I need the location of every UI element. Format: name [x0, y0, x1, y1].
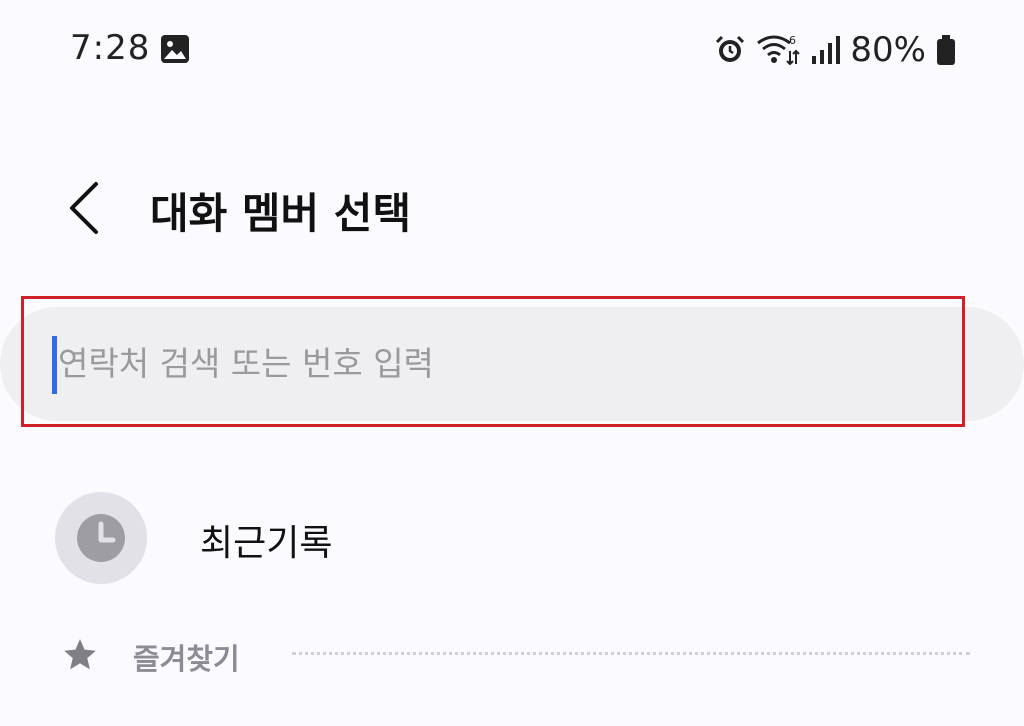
recent-history-item[interactable]: 최근기록 [0, 488, 1024, 598]
star-icon [64, 639, 96, 670]
back-button[interactable] [58, 178, 108, 238]
text-caret [52, 336, 57, 394]
status-icons: 6 80% [714, 28, 956, 72]
battery-percent: 80% [850, 30, 926, 70]
contact-search-input[interactable] [52, 330, 942, 396]
section-divider [292, 652, 970, 655]
signal-icon [812, 36, 841, 64]
battery-icon [937, 35, 955, 65]
app-header: 대화 멤버 선택 [0, 160, 1024, 260]
favorites-section: 즐겨찾기 [0, 628, 1024, 688]
favorites-header: 즐겨찾기 [133, 642, 240, 676]
gallery-icon [161, 35, 189, 63]
svg-text:6: 6 [789, 34, 796, 47]
recent-avatar [55, 492, 147, 584]
clock-icon [77, 514, 125, 562]
status-bar: 7:28 6 80% [0, 0, 1024, 100]
recent-history-label: 최근기록 [200, 523, 333, 564]
wifi-6-icon: 6 [757, 34, 801, 66]
page-title: 대화 멤버 선택 [150, 189, 412, 238]
chevron-left-icon [70, 182, 98, 234]
alarm-icon [716, 35, 745, 62]
status-time: 7:28 [70, 28, 151, 68]
